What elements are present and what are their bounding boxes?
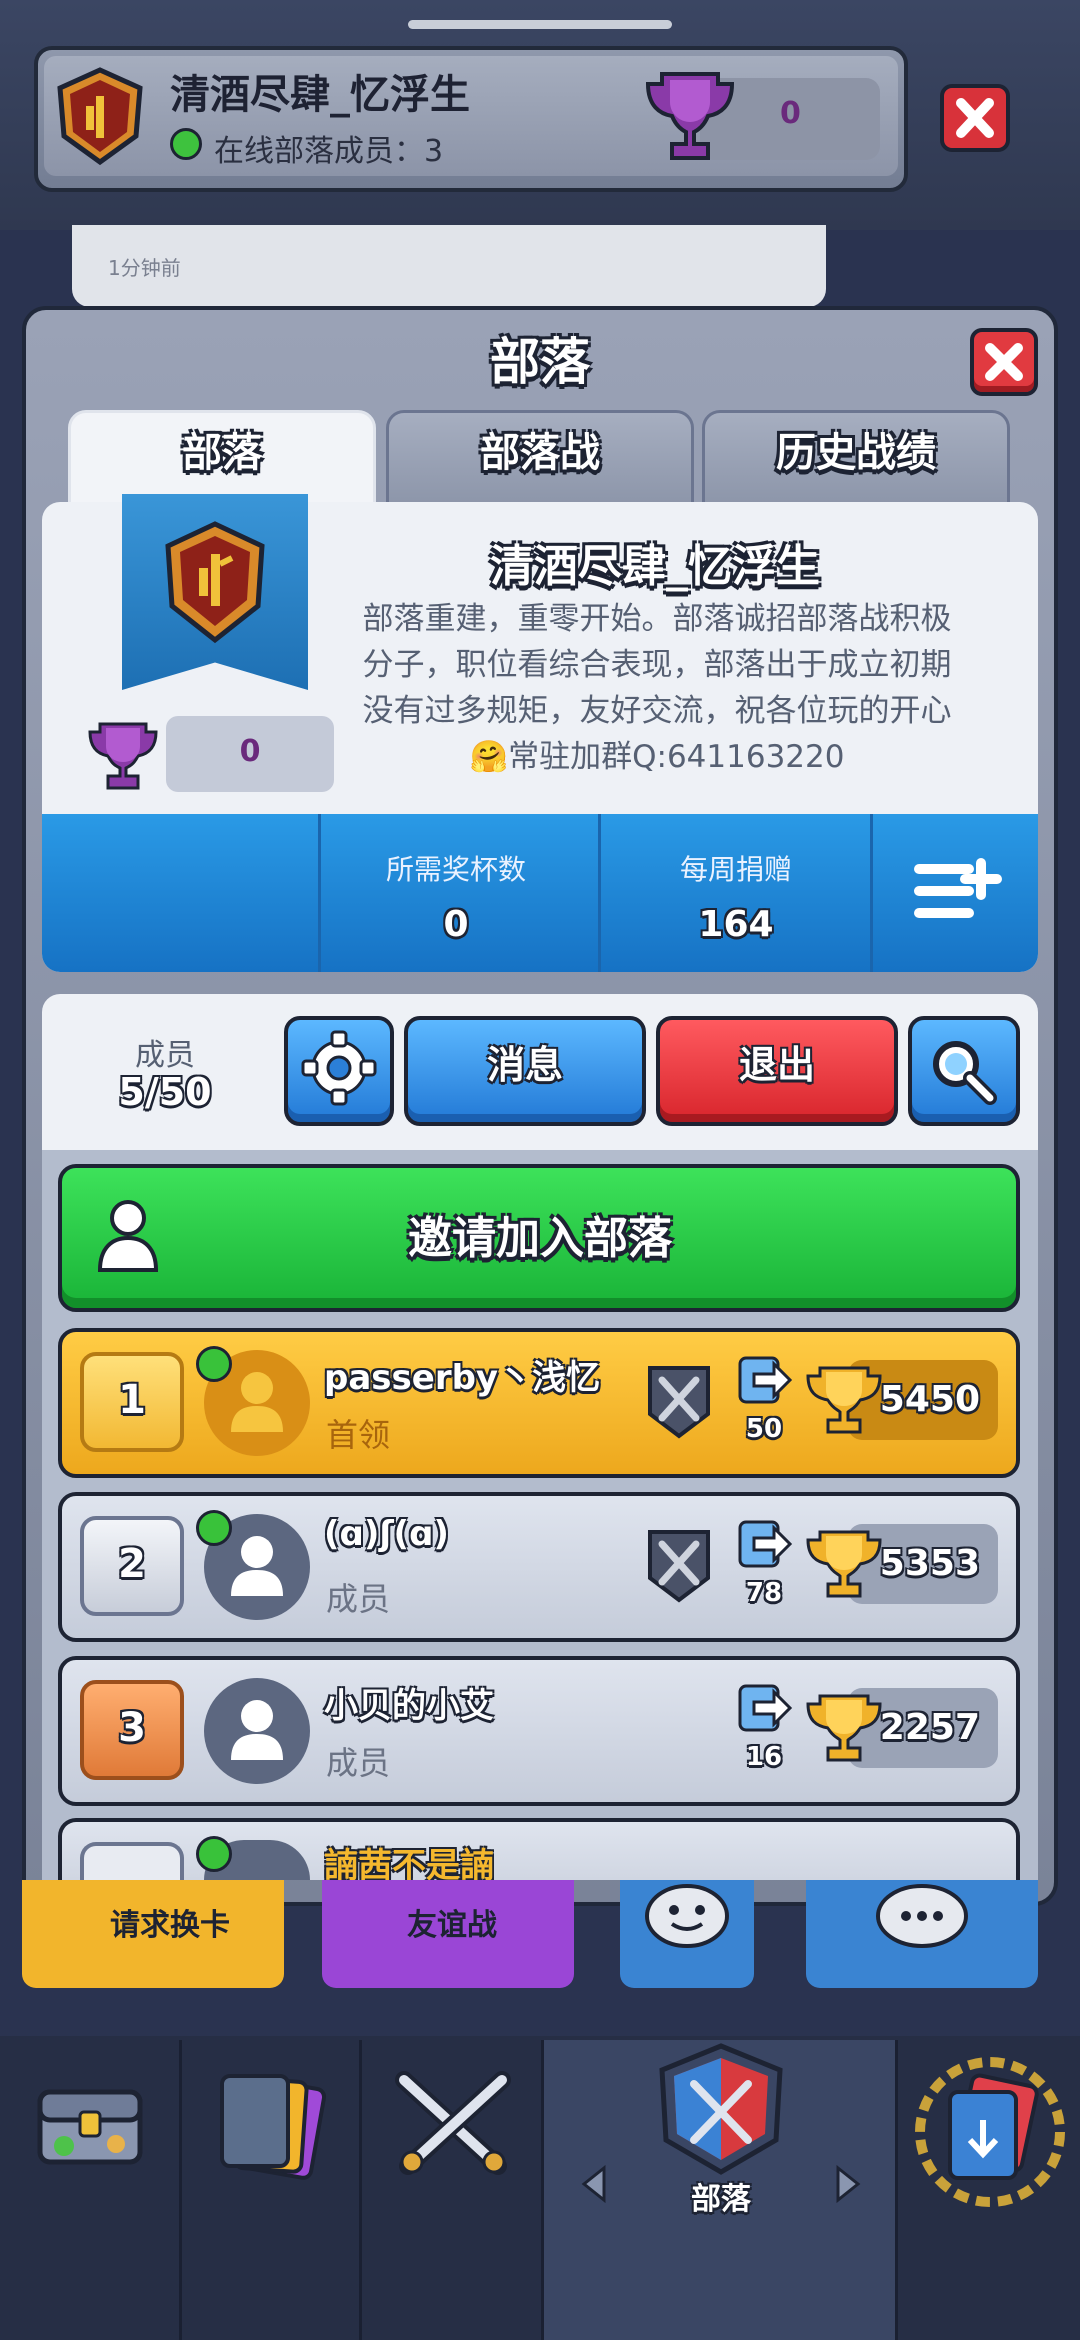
close-icon (985, 343, 1023, 381)
clan-war-icon (648, 1530, 710, 1603)
member-donations: 78 (745, 1578, 783, 1608)
nav-events[interactable] (898, 2040, 1080, 2340)
friendly-battle-label: 友谊战 (407, 1908, 497, 1943)
member-name: 諵茜不是諵 (324, 1846, 494, 1880)
tab-clan[interactable]: 部落 (68, 410, 376, 506)
member-rank (80, 1842, 184, 1880)
treasure-chest-icon (37, 2089, 143, 2165)
header-clan-name: 清酒尽肆_忆浮生 (170, 72, 470, 118)
clan-stats-bar (42, 814, 1038, 972)
member-role: 首领 (326, 1416, 391, 1454)
clan-details-menu-icon[interactable] (910, 846, 1010, 926)
user-icon (97, 1200, 159, 1272)
emote-button[interactable] (620, 1880, 754, 1988)
stats-divider (598, 814, 601, 972)
stats-divider (318, 814, 321, 972)
nav-clan-label: 部落 (691, 2182, 751, 2217)
avatar (204, 1678, 310, 1784)
cards-icon (220, 2074, 327, 2180)
donate-icon (738, 1520, 793, 1568)
gold-trophy-icon (806, 1530, 882, 1598)
purple-trophy-icon (88, 722, 158, 790)
stats-divider (870, 814, 873, 972)
member-role: 成员 (326, 1580, 391, 1618)
leave-clan-button[interactable]: 退出 (656, 1016, 898, 1126)
online-indicator-icon (196, 1836, 232, 1872)
chat-button[interactable] (806, 1880, 1038, 1988)
members-label: 成员 (135, 1038, 195, 1073)
weekly-donations-value: 164 (698, 904, 774, 945)
panel-close-button[interactable] (970, 328, 1038, 396)
clan-name: 清酒尽肆_忆浮生 (490, 541, 820, 592)
clan-war-icon (648, 1366, 710, 1439)
clan-description: 部落重建，重零开始。部落诚招部落战积极分子，职位看综合表现，部落出于成立初期没有… (362, 601, 952, 775)
purple-trophy-icon (645, 72, 735, 160)
request-cards-label: 请求换卡 (110, 1908, 230, 1943)
members-count: 5/50 (118, 1070, 212, 1114)
user-icon (231, 1700, 283, 1760)
chat-notification (72, 225, 826, 307)
chat-icon (876, 1884, 968, 1948)
member-donations: 16 (745, 1742, 783, 1772)
online-member-count: 在线部落成员：3 (214, 134, 444, 169)
gold-trophy-icon (806, 1366, 882, 1434)
message-button[interactable]: 消息 (404, 1016, 646, 1126)
online-indicator-icon (196, 1346, 232, 1382)
settings-button[interactable] (284, 1016, 394, 1126)
member-donations: 50 (745, 1414, 783, 1444)
nav-shop[interactable] (0, 2040, 182, 2340)
clan-badge-icon (165, 521, 265, 644)
sheet-handle[interactable] (408, 20, 672, 29)
emote-icon (645, 1884, 729, 1948)
member-rank: 3 (80, 1680, 184, 1780)
search-icon (933, 1041, 997, 1105)
tab-war-history[interactable]: 历史战绩 (702, 410, 1010, 506)
gold-trophy-icon (806, 1694, 882, 1762)
member-rank: 2 (80, 1516, 184, 1616)
online-indicator-icon (170, 128, 202, 160)
member-name: passerby丶浅忆 (324, 1358, 601, 1398)
weekly-donations-label: 每周捐赠 (679, 853, 792, 886)
notification-time: 1分钟前 (108, 256, 181, 280)
member-rank: 1 (80, 1352, 184, 1452)
header-trophy-count: 0 (780, 96, 801, 131)
member-name: (ɑ)ʃ(ɑ) (324, 1514, 449, 1554)
gear-icon (301, 1030, 377, 1106)
donate-icon (738, 1684, 793, 1732)
close-icon (956, 98, 994, 138)
search-button[interactable] (908, 1016, 1020, 1126)
header-close-button[interactable] (940, 84, 1010, 152)
tab-clan-war[interactable]: 部落战 (386, 410, 694, 506)
invite-label: 邀请加入部落 (408, 1213, 672, 1264)
events-icon (915, 2057, 1065, 2207)
member-role: 成员 (326, 1744, 391, 1782)
member-name: 小贝的小艾 (324, 1686, 494, 1726)
clan-badge-icon (57, 67, 143, 166)
crossed-swords-icon (395, 2071, 511, 2175)
donate-icon (738, 1356, 793, 1404)
nav-cards[interactable] (182, 2040, 362, 2340)
required-trophies-value: 0 (443, 904, 469, 945)
online-indicator-icon (196, 1510, 232, 1546)
nav-battle[interactable] (362, 2040, 544, 2340)
clan-trophy-count: 0 (239, 734, 261, 769)
required-trophies-label: 所需奖杯数 (385, 853, 526, 886)
panel-title: 部落 (490, 333, 590, 391)
